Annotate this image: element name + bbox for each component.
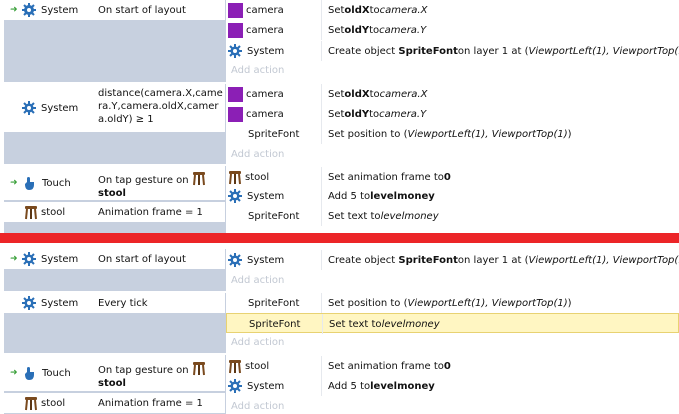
action-object: System — [247, 190, 285, 202]
action-row[interactable]: camera Set oldY to camera.Y — [226, 104, 679, 124]
add-action-link[interactable]: Add action — [231, 275, 284, 286]
condition-row[interactable]: stool Animation frame = 1 — [4, 393, 225, 413]
camera-sprite-icon — [228, 22, 243, 38]
condition-object: System — [41, 297, 79, 309]
add-action-link[interactable]: Add action — [231, 337, 284, 348]
action-object: camera — [246, 24, 284, 36]
action-row[interactable]: System Add 5 to levelmoney — [226, 376, 679, 396]
action-object: stool — [245, 360, 270, 372]
stool-icon — [25, 396, 37, 410]
condition-text: Every tick — [98, 297, 148, 309]
action-row[interactable]: System Add 5 to levelmoney — [226, 186, 679, 206]
event-row[interactable]: System Every tick SpriteFont Set positio… — [0, 293, 679, 353]
trigger-arrow-icon: ➜ — [10, 178, 18, 188]
stool-icon — [192, 172, 205, 186]
gear-icon — [228, 379, 242, 393]
condition-text: On start of layout — [98, 253, 186, 265]
event-row[interactable]: System distance(camera.X,camera.Y,camera… — [0, 84, 679, 164]
action-row[interactable]: SpriteFont Set text to levelmoney — [226, 206, 679, 226]
gear-icon — [228, 44, 242, 58]
stool-icon — [25, 205, 37, 219]
condition-text: On start of layout — [98, 4, 186, 16]
event-row[interactable]: ➜ Touch On tap gesture on stool stool An… — [0, 355, 679, 414]
condition-object: System — [41, 253, 79, 265]
event-row[interactable]: ➜ System On start of layout System Creat… — [0, 249, 679, 291]
camera-sprite-icon — [228, 106, 243, 122]
condition-row[interactable]: System distance(camera.X,camera.Y,camera… — [4, 84, 225, 132]
action-row[interactable]: stool Set animation frame to 0 — [226, 167, 679, 187]
condition-text: Animation frame = 1 — [98, 397, 203, 409]
action-row[interactable]: System Create object SpriteFont on layer… — [226, 41, 679, 61]
condition-object: System — [41, 102, 79, 114]
action-row[interactable]: SpriteFont Set position to (ViewportLeft… — [226, 124, 679, 144]
action-object: SpriteFont — [248, 128, 300, 140]
condition-text: Animation frame = 1 — [98, 206, 203, 218]
gear-icon — [228, 189, 242, 203]
condition-row[interactable]: ➜ System On start of layout — [4, 249, 225, 269]
condition-row[interactable]: stool Animation frame = 1 — [4, 202, 225, 222]
event-row[interactable]: ➜ System On start of layout camera Set o… — [0, 0, 679, 82]
condition-object: stool — [41, 397, 66, 409]
gear-icon — [22, 101, 36, 115]
condition-text: On tap gesture on stool — [98, 171, 223, 200]
condition-object: Touch — [42, 177, 71, 189]
condition-object: Touch — [42, 367, 71, 379]
condition-text: On tap gesture on stool — [98, 361, 223, 390]
action-object: camera — [246, 4, 284, 16]
gear-icon — [22, 296, 36, 310]
add-action-link[interactable]: Add action — [231, 401, 284, 412]
condition-text: distance(camera.X,camera.Y,camera.oldX,c… — [98, 88, 223, 125]
condition-row[interactable]: ➜ Touch On tap gesture on stool — [4, 166, 225, 200]
action-row-selected[interactable]: SpriteFont Set text to levelmoney — [226, 313, 679, 334]
trigger-arrow-icon: ➜ — [10, 254, 18, 264]
action-object: SpriteFont — [248, 210, 300, 222]
action-object: SpriteFont — [249, 318, 301, 330]
action-object: camera — [246, 108, 284, 120]
action-object: stool — [245, 171, 270, 183]
add-action-link[interactable]: Add action — [231, 65, 284, 76]
stool-icon — [229, 359, 241, 373]
action-row[interactable]: stool Set animation frame to 0 — [226, 356, 679, 376]
gear-icon — [22, 3, 36, 17]
action-row[interactable]: camera Set oldX to camera.X — [226, 84, 679, 104]
condition-object: stool — [41, 206, 66, 218]
action-object: System — [247, 254, 285, 266]
stool-icon — [192, 362, 205, 376]
trigger-arrow-icon: ➜ — [10, 368, 18, 378]
trigger-arrow-icon: ➜ — [10, 5, 18, 15]
camera-sprite-icon — [228, 86, 243, 102]
action-row[interactable]: System Create object SpriteFont on layer… — [226, 250, 679, 270]
condition-row[interactable]: ➜ System On start of layout — [4, 0, 225, 20]
gear-icon — [22, 252, 36, 266]
action-object: System — [247, 45, 285, 57]
action-object: System — [247, 380, 285, 392]
action-row[interactable]: camera Set oldX to camera.X — [226, 0, 679, 20]
camera-sprite-icon — [228, 2, 243, 18]
condition-object: System — [41, 4, 79, 16]
add-action-link[interactable]: Add action — [231, 149, 284, 160]
action-object: camera — [246, 88, 284, 100]
gear-icon — [228, 253, 242, 267]
action-object: SpriteFont — [248, 297, 300, 309]
red-separator-bar — [0, 233, 679, 243]
touch-icon — [25, 176, 34, 190]
action-row[interactable]: camera Set oldY to camera.Y — [226, 20, 679, 40]
touch-icon — [25, 366, 34, 380]
condition-row[interactable]: System Every tick — [4, 293, 225, 313]
stool-icon — [229, 170, 241, 184]
event-row[interactable]: ➜ Touch On tap gesture on stool stool An… — [0, 166, 679, 233]
condition-row[interactable]: ➜ Touch On tap gesture on stool — [4, 355, 225, 391]
action-row[interactable]: SpriteFont Set position to (ViewportLeft… — [226, 293, 679, 313]
